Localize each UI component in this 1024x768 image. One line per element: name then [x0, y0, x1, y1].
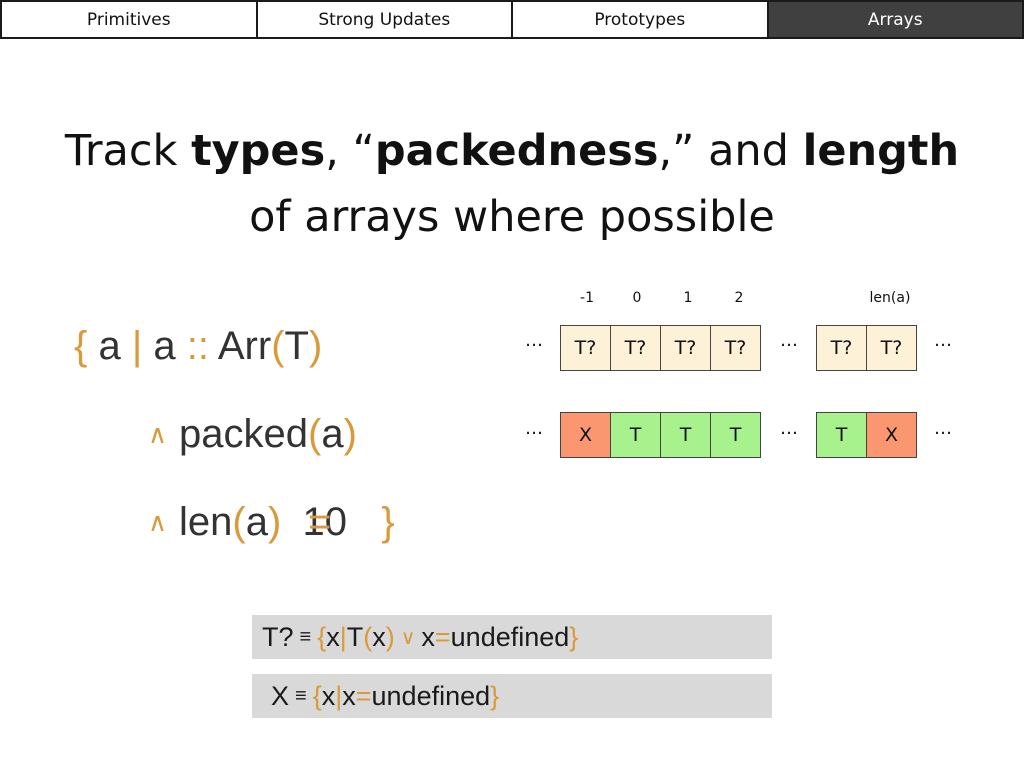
index-label-len: len(a) — [869, 290, 911, 306]
tab-bar: Primitives Strong Updates Prototypes Arr… — [0, 0, 1024, 39]
packed-row-right: T X — [816, 412, 917, 458]
array-cell-hole: X — [866, 412, 917, 458]
slide-title: Track types, “packedness,” and length of… — [0, 118, 1024, 250]
array-cell: T? — [660, 325, 711, 371]
array-cell: T — [610, 412, 661, 458]
definition-hole-type: X ≡{ x | x = undefined } — [252, 674, 772, 718]
array-cell: T? — [610, 325, 661, 371]
tab-arrays[interactable]: Arrays — [766, 0, 1024, 39]
title-length: length — [802, 126, 960, 176]
index-label-2: 2 — [734, 290, 744, 306]
index-label-neg1: -1 — [580, 290, 594, 306]
tab-primitives[interactable]: Primitives — [0, 0, 258, 39]
ellipsis: … — [780, 330, 798, 351]
ellipsis: … — [525, 418, 543, 439]
array-cell: T — [660, 412, 711, 458]
ellipsis: … — [525, 330, 543, 351]
index-label-1: 1 — [683, 290, 693, 306]
array-cell: T? — [560, 325, 611, 371]
array-cell: T? — [816, 325, 867, 371]
formula-line-3: ∧ len(a) 10 =} — [148, 500, 395, 544]
array-cell: T — [816, 412, 867, 458]
ellipsis: … — [934, 330, 952, 351]
tab-prototypes[interactable]: Prototypes — [511, 0, 769, 39]
array-cell-hole: X — [560, 412, 611, 458]
title-line-2: of arrays where possible — [249, 192, 775, 242]
formula-line-2: ∧ packed(a) — [148, 412, 357, 456]
type-row-left: T? T? T? T? — [560, 325, 761, 371]
index-label-0: 0 — [632, 290, 642, 306]
tab-strong-updates[interactable]: Strong Updates — [255, 0, 513, 39]
title-line-1: Track types, “packedness,” and length — [64, 126, 960, 176]
and-operator: ∧ — [148, 507, 168, 537]
packed-row-left: X T T T — [560, 412, 761, 458]
title-types: types — [191, 126, 326, 176]
definition-maybe-type: T? ≡{ x | T(x) ∨ x = undefined } — [252, 615, 772, 659]
type-row-right: T? T? — [816, 325, 917, 371]
array-cell: T? — [710, 325, 761, 371]
formula-line-1: { a | a :: Arr(T) — [74, 324, 323, 368]
and-operator: ∧ — [148, 419, 168, 449]
ellipsis: … — [780, 418, 798, 439]
array-cell: T — [710, 412, 761, 458]
title-packedness: packedness — [374, 126, 659, 176]
array-cell: T? — [866, 325, 917, 371]
ellipsis: … — [934, 418, 952, 439]
